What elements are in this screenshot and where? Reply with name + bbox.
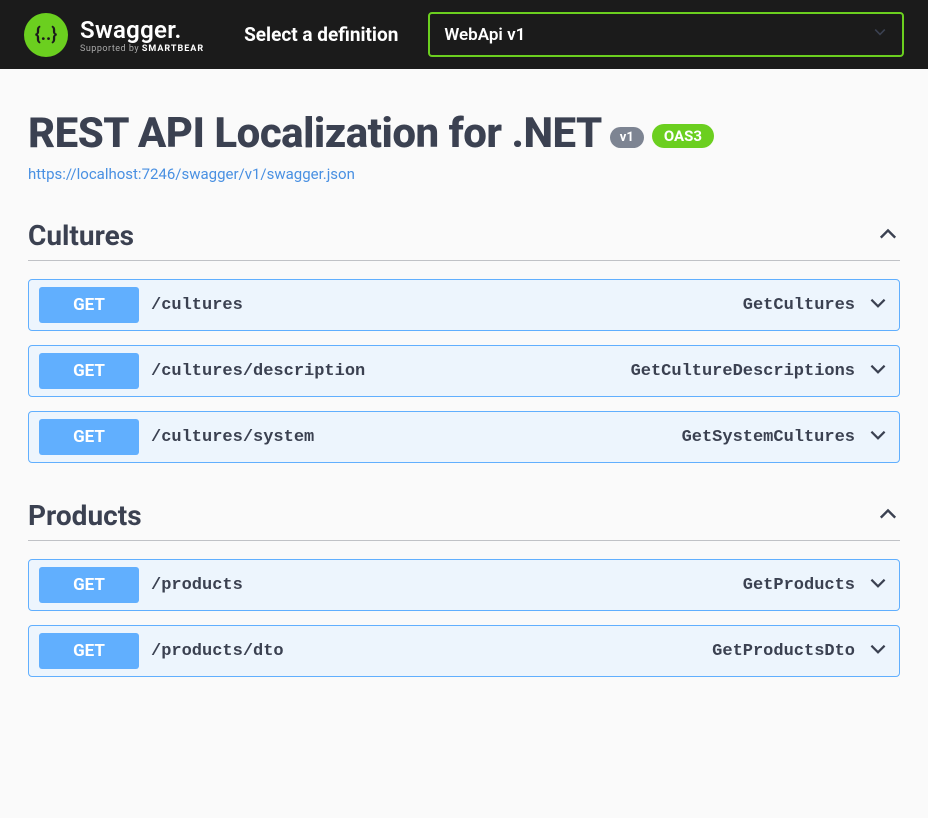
products-tag-header[interactable]: Products xyxy=(28,499,900,541)
op-path: /cultures xyxy=(151,296,731,315)
chevron-down-icon xyxy=(867,572,889,598)
chevron-down-icon xyxy=(867,358,889,384)
version-badge: v1 xyxy=(610,127,644,148)
chevron-down-icon xyxy=(872,24,888,45)
supported-by-label: Supported by SMARTBEAR xyxy=(80,44,204,54)
spec-url-link[interactable]: https://localhost:7246/swagger/v1/swagge… xyxy=(28,165,355,183)
http-method-badge: GET xyxy=(39,633,139,669)
swagger-logo: {..} Swagger. Supported by SMARTBEAR xyxy=(24,13,204,57)
definition-select[interactable]: WebApi v1 xyxy=(428,12,904,57)
op-get-products-dto[interactable]: GET /products/dto GetProductsDto xyxy=(28,625,900,677)
products-tag-name: Products xyxy=(28,499,142,532)
cultures-section: Cultures GET /cultures GetCultures GET /… xyxy=(28,219,900,463)
chevron-down-icon xyxy=(867,424,889,450)
products-section: Products GET /products GetProducts GET /… xyxy=(28,499,900,677)
cultures-tag-header[interactable]: Cultures xyxy=(28,219,900,261)
swagger-name: Swagger. xyxy=(80,16,204,44)
http-method-badge: GET xyxy=(39,419,139,455)
swagger-logo-text: Swagger. Supported by SMARTBEAR xyxy=(80,16,204,54)
main-content: REST API Localization for .NET v1 OAS3 h… xyxy=(0,69,928,677)
topbar: {..} Swagger. Supported by SMARTBEAR Sel… xyxy=(0,0,928,69)
supported-brand: SMARTBEAR xyxy=(142,44,204,54)
cultures-tag-name: Cultures xyxy=(28,219,134,252)
op-id: GetCultures xyxy=(743,296,855,315)
http-method-badge: GET xyxy=(39,287,139,323)
chevron-up-icon xyxy=(876,502,900,530)
api-title: REST API Localization for .NET xyxy=(28,109,602,158)
op-get-system-cultures[interactable]: GET /cultures/system GetSystemCultures xyxy=(28,411,900,463)
title-row: REST API Localization for .NET v1 OAS3 xyxy=(28,109,900,158)
op-id: GetSystemCultures xyxy=(682,428,855,447)
op-get-culture-descriptions[interactable]: GET /cultures/description GetCultureDesc… xyxy=(28,345,900,397)
op-id: GetProductsDto xyxy=(712,642,855,661)
chevron-down-icon xyxy=(867,638,889,664)
op-path: /products xyxy=(151,576,731,595)
op-path: /cultures/description xyxy=(151,362,619,381)
oas-badge: OAS3 xyxy=(652,124,714,148)
chevron-up-icon xyxy=(876,222,900,250)
supported-prefix: Supported by xyxy=(80,44,142,54)
swagger-logo-icon: {..} xyxy=(24,13,68,57)
definition-label: Select a definition xyxy=(244,23,398,46)
http-method-badge: GET xyxy=(39,353,139,389)
op-path: /cultures/system xyxy=(151,428,670,447)
op-get-products[interactable]: GET /products GetProducts xyxy=(28,559,900,611)
definition-selected-value: WebApi v1 xyxy=(444,25,525,45)
op-path: /products/dto xyxy=(151,642,700,661)
op-get-cultures[interactable]: GET /cultures GetCultures xyxy=(28,279,900,331)
http-method-badge: GET xyxy=(39,567,139,603)
op-id: GetCultureDescriptions xyxy=(631,362,855,381)
op-id: GetProducts xyxy=(743,576,855,595)
chevron-down-icon xyxy=(867,292,889,318)
